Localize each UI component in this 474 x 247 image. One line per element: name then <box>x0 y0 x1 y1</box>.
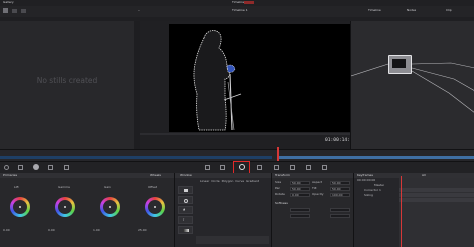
video-frame[interactable] <box>169 24 350 132</box>
keyframe-row-corrector[interactable]: Corrector 1 <box>364 189 381 193</box>
motion-effects-icon[interactable] <box>64 165 69 170</box>
gamma-wheel[interactable] <box>55 197 75 217</box>
primaries-header <box>0 173 174 178</box>
soft-2-field[interactable] <box>330 208 350 212</box>
keyframes-title: Keyframes <box>357 173 373 177</box>
window-polygon[interactable]: ▲ <box>178 206 193 214</box>
media-icon[interactable] <box>21 9 26 13</box>
soft-1-field[interactable] <box>290 208 310 212</box>
viewer-scrubber[interactable] <box>140 133 350 135</box>
primaries-title: Primaries <box>3 173 18 177</box>
key-icon[interactable] <box>306 165 311 170</box>
size-field[interactable]: 50.00 <box>290 181 310 185</box>
keyframe-playhead[interactable] <box>401 176 402 247</box>
nodes-button[interactable]: Nodes <box>407 9 416 13</box>
gallery-tab[interactable]: Gallery <box>3 1 14 5</box>
softness-title: Softness <box>275 202 288 205</box>
window-tabs[interactable]: Linear Circle Polygon Curve Gradient <box>200 180 270 184</box>
window-curve[interactable]: ∫ <box>178 216 193 224</box>
keyframes-panel: Keyframes All 00:00:00:00 Master Correct… <box>353 173 474 247</box>
gallery-panel <box>0 21 135 149</box>
hdr-wheels-icon[interactable] <box>33 164 39 170</box>
lift-values: 0.00 <box>3 229 10 232</box>
keyframes-timecode: 00:00:00:00 <box>357 179 376 182</box>
opacity-field[interactable]: 100.00 <box>330 193 350 197</box>
timeline-selector[interactable]: Timeline 1 <box>232 9 248 13</box>
magic-mask-icon[interactable] <box>274 165 279 170</box>
window-circle[interactable] <box>178 196 193 204</box>
render-badge <box>244 1 254 4</box>
primaries-panel: Primaries Wheels Lift 0.00 Gamma 0.00 Ga… <box>0 173 174 247</box>
pan-label: Pan <box>275 187 281 190</box>
qualifier-icon[interactable] <box>220 165 225 170</box>
lift-label: Lift <box>14 186 19 189</box>
aspect-label: Aspect <box>312 181 323 184</box>
gallery-icon[interactable] <box>3 8 8 13</box>
window-square[interactable] <box>178 186 193 194</box>
timeline-clip-track[interactable] <box>0 156 272 159</box>
blur-icon[interactable] <box>290 165 295 170</box>
keyframe-row-sizing[interactable]: Sizing <box>364 194 373 198</box>
soft-4-field[interactable] <box>330 214 350 218</box>
offset-values: 25.00 <box>138 229 147 232</box>
keyframes-filter[interactable]: All <box>422 174 426 178</box>
curves-icon[interactable] <box>205 165 210 170</box>
gain-label: Gain <box>104 186 111 189</box>
aspect-field[interactable]: 50.00 <box>330 181 350 185</box>
gain-values: 1.00 <box>93 229 100 232</box>
transform-panel: Transform Size 50.00 Pan 50.00 Rotate 0.… <box>271 173 354 247</box>
node-01[interactable] <box>388 55 412 74</box>
offset-label: Offset <box>148 186 158 189</box>
transform-title: Transform <box>275 173 290 177</box>
opacity-label: Opacity <box>312 193 324 196</box>
keyframe-row-master[interactable]: Master <box>374 184 384 188</box>
color-match-icon[interactable] <box>4 165 9 170</box>
subject-matte <box>193 30 242 131</box>
rotate-label: Rotate <box>275 193 285 196</box>
lut-icon[interactable] <box>12 9 17 13</box>
pan-field[interactable]: 50.00 <box>290 187 310 191</box>
empty-gallery-message: No stills created <box>36 76 98 85</box>
timeline-button[interactable]: Timeline <box>368 9 381 13</box>
color-wheels-icon[interactable] <box>18 165 23 170</box>
clip-button[interactable]: Clip <box>446 9 452 13</box>
timeline-playhead[interactable] <box>277 147 279 161</box>
tracker-icon[interactable] <box>257 165 262 170</box>
node-thumbnail <box>392 59 406 68</box>
keyframe-track-area[interactable] <box>399 178 474 247</box>
rotate-field[interactable]: 0.00 <box>290 193 310 197</box>
node-editor[interactable] <box>350 21 474 149</box>
tilt-field[interactable]: 50.00 <box>330 187 350 191</box>
offset-wheel[interactable] <box>145 197 165 217</box>
gamma-label: Gamma <box>58 186 70 189</box>
gamma-values: 0.00 <box>48 229 55 232</box>
gain-wheel[interactable] <box>100 197 120 217</box>
tilt-label: Tilt <box>312 187 317 190</box>
window-list-row[interactable] <box>196 236 269 244</box>
soft-3-field[interactable] <box>290 214 310 218</box>
node-connections <box>351 62 474 113</box>
sizing-icon[interactable] <box>322 165 327 170</box>
window-title: Window <box>180 173 192 177</box>
window-gradient[interactable] <box>178 226 193 234</box>
size-label: Size <box>275 181 282 184</box>
timeline-clip-track-selected[interactable] <box>277 156 474 159</box>
wheels-mode-label[interactable]: Wheels <box>150 174 161 178</box>
lift-wheel[interactable] <box>10 197 30 217</box>
zoom-level[interactable]: -- <box>138 9 140 13</box>
rgb-mixer-icon[interactable] <box>48 165 53 170</box>
